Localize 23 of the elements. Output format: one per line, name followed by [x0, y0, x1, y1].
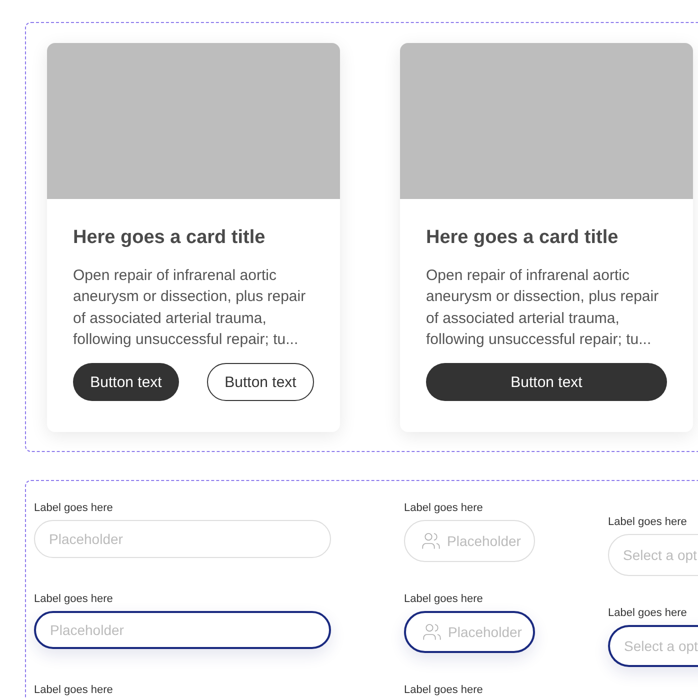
card-title: Here goes a card title	[426, 226, 620, 250]
field-label: Label goes here	[404, 592, 484, 606]
field-label: Label goes here	[34, 501, 114, 515]
field-label: Label goes here	[608, 515, 688, 529]
card-title: Here goes a card title	[73, 226, 266, 250]
input-field[interactable]: Placeholder	[404, 520, 535, 562]
users-icon	[421, 531, 441, 551]
users-icon	[422, 622, 442, 642]
card-description: Open repair of infrarenal aortic aneurysm or dissection, plus repair of associated arterial trauma, following unsuccessful repair; tu...	[73, 266, 307, 350]
field-label: Label goes here	[34, 683, 114, 697]
select-field[interactable]: Select a opt	[608, 625, 698, 667]
card-button[interactable]: Button text	[207, 363, 314, 402]
input-field[interactable]: Placeholder	[34, 611, 331, 649]
select-field[interactable]: Select a opt	[608, 534, 698, 576]
field-label: Label goes here	[404, 501, 484, 515]
card-button[interactable]: Button text	[73, 363, 179, 402]
field-label: Label goes here	[608, 606, 688, 620]
input-field[interactable]: Placeholder	[34, 520, 331, 558]
field-label: Label goes here	[34, 592, 114, 606]
field-label: Label goes here	[404, 683, 484, 697]
card-button[interactable]: Button text	[426, 363, 667, 402]
card-description: Open repair of infrarenal aortic aneurysm or dissection, plus repair of associated arterial trauma, following unsuccessful repair; tu...	[426, 266, 660, 350]
input-field[interactable]: Placeholder	[404, 611, 535, 653]
